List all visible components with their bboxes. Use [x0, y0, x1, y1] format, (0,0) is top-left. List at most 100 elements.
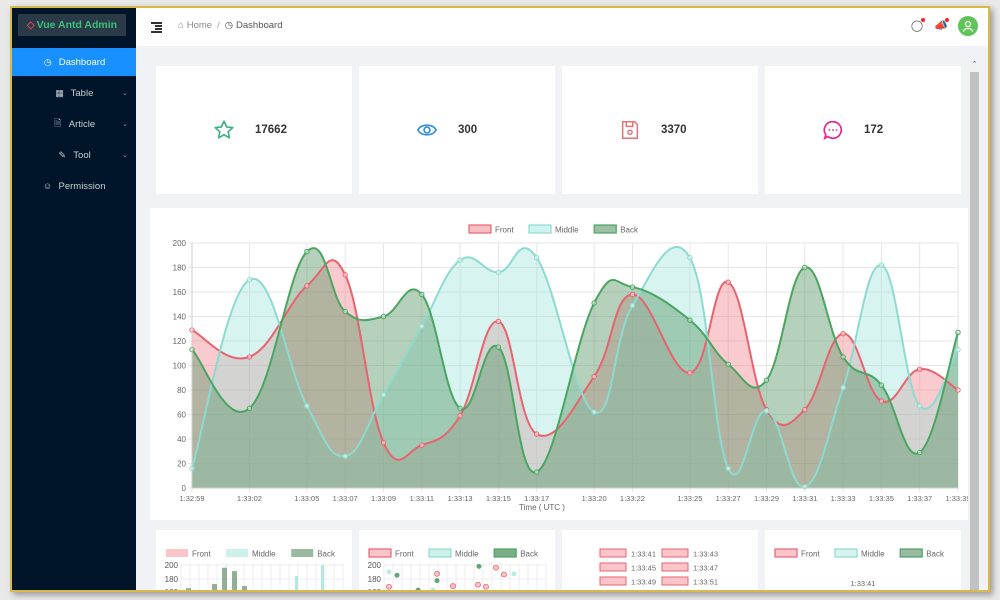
sidebar-item-dashboard[interactable]: ◷ Dashboard	[12, 48, 136, 76]
x-tick-label: 1:32:59	[179, 494, 204, 503]
scatter-point-front	[501, 571, 507, 578]
legend-label: Front	[395, 550, 414, 559]
legend-swatch	[291, 549, 314, 557]
legend-item-back[interactable]: Back	[899, 548, 945, 559]
x-tick-label: 1:33:13	[448, 494, 473, 503]
scatter-point-middle	[430, 587, 436, 590]
x-tick-label: 1:33:33	[831, 494, 856, 503]
breadcrumb: ⌂ Home / ◷ Dashboard	[178, 20, 283, 31]
data-point	[419, 323, 425, 330]
sidebar-item-tool[interactable]: ✎ Tool ⌄	[12, 141, 136, 169]
data-point	[342, 272, 348, 278]
legend-item-back[interactable]: Back	[593, 224, 639, 235]
radar-chart-card: Front Middle Back 1:33:41 200	[765, 530, 961, 590]
legend-item[interactable]: 1:33:53	[631, 591, 687, 592]
legend-item-back[interactable]: Back	[291, 549, 336, 559]
data-point	[840, 330, 846, 337]
data-point	[457, 257, 463, 263]
scrollbar[interactable]: ⌃	[969, 60, 980, 590]
legend-item[interactable]: 1:33:43	[661, 548, 718, 559]
user-icon: ☺	[42, 181, 53, 191]
legend-item-front[interactable]: Front	[774, 548, 820, 559]
data-point	[687, 370, 693, 376]
legend-item-front[interactable]: Front	[468, 224, 514, 235]
bar	[295, 575, 298, 590]
scatter-point-front	[493, 564, 499, 571]
scatter-point-front	[475, 581, 481, 588]
scroll-up-icon[interactable]: ⌃	[969, 60, 980, 70]
legend-item-middle[interactable]: Middle	[226, 549, 276, 559]
y-tick-label: 180	[368, 575, 382, 584]
legend-item[interactable]: 1:33:51	[661, 576, 718, 587]
data-point	[380, 392, 387, 398]
legend-item-back[interactable]: Back	[493, 548, 539, 559]
breadcrumb-separator: /	[217, 20, 220, 31]
legend-item[interactable]: 1:33:41	[599, 548, 656, 559]
stat-card-saves: 3370	[562, 66, 758, 194]
menu-fold-icon[interactable]	[151, 20, 163, 33]
legend-item-middle[interactable]: Middle	[528, 224, 579, 235]
data-point	[629, 291, 636, 298]
chevron-down-icon: ⌄	[122, 152, 128, 159]
chevron-down-icon: ⌄	[122, 90, 128, 97]
file-icon: 🗎	[54, 118, 62, 128]
legend-item[interactable]: 1:33:45	[599, 562, 656, 573]
scatter-point-back	[394, 572, 400, 578]
bar-chart-card: 200 180 160 Front Middle Back	[156, 530, 352, 590]
x-tick-label: 1:33:07	[333, 494, 358, 503]
sidebar-item-table[interactable]: ▦ Table ⌄	[12, 79, 136, 107]
app-logo[interactable]: ◇ Vue Antd Admin	[18, 14, 126, 36]
x-tick-label: 1:33:15	[486, 494, 511, 503]
y-tick-label: 140	[173, 313, 187, 322]
legend-label: Front	[801, 550, 820, 559]
sidebar-item-article[interactable]: 🗎 Article ⌄	[12, 110, 136, 138]
y-tick-label: 80	[177, 386, 186, 395]
scatter-point-front	[386, 583, 392, 590]
top-header: ⌂ Home / ◷ Dashboard ◯ 📣	[136, 8, 988, 46]
legend-item[interactable]: 1:33:47	[661, 562, 718, 573]
data-point	[725, 361, 731, 367]
legend-label: Middle	[861, 550, 885, 559]
data-point	[380, 439, 387, 446]
x-axis-label: Time ( UTC )	[519, 503, 565, 512]
data-point	[304, 403, 310, 409]
y-tick-label: 40	[177, 435, 186, 444]
y-tick-label: 160	[173, 288, 187, 297]
legend-swatch	[599, 562, 627, 572]
legend-label: Middle	[252, 550, 276, 559]
scatter-point-front	[483, 583, 489, 590]
badge-dot	[945, 18, 949, 22]
notification-icon[interactable]: 📣	[934, 18, 949, 33]
stat-value: 17662	[255, 124, 287, 136]
sidebar-item-label: Article	[68, 118, 96, 130]
legend-swatch	[661, 562, 689, 572]
legend-item-front[interactable]: Front	[166, 549, 211, 559]
legend-item-middle[interactable]: Middle	[428, 548, 479, 559]
data-point	[763, 377, 770, 383]
legend-item-front[interactable]: Front	[368, 548, 414, 559]
chart-legend: Front Middle Back	[468, 224, 639, 235]
x-tick-label: 1:33:09	[371, 494, 396, 503]
user-avatar-icon	[962, 20, 974, 32]
sidebar-item-permission[interactable]: ☺ Permission	[12, 172, 136, 200]
data-point	[304, 283, 310, 289]
y-tick-label: 100	[173, 362, 187, 371]
legend-item-middle[interactable]: Middle	[834, 548, 885, 559]
legend-label: 1:33:41	[631, 550, 656, 559]
legend-item[interactable]: 1:33:49	[599, 576, 656, 587]
scatter-point-back	[476, 563, 482, 569]
legend-label: 1:33:45	[631, 564, 656, 573]
breadcrumb-home[interactable]: Home	[187, 20, 212, 31]
scrollbar-thumb[interactable]	[970, 72, 979, 590]
bar	[321, 565, 324, 590]
legend-swatch	[428, 548, 452, 558]
breadcrumb-dashboard: Dashboard	[236, 20, 283, 31]
data-point	[591, 300, 597, 306]
legend-label: 1:33:49	[631, 578, 656, 587]
x-tick-label: 1:33:27	[716, 494, 741, 503]
user-avatar[interactable]	[958, 16, 978, 36]
pie-chart-card: 1:33:41 1:33:43 1:33:45 1:33:47 1:33:49 1:33:…	[562, 530, 758, 592]
data-point	[802, 264, 808, 271]
legend-label: Back	[317, 550, 336, 559]
message-icon[interactable]: ◯	[910, 18, 925, 33]
